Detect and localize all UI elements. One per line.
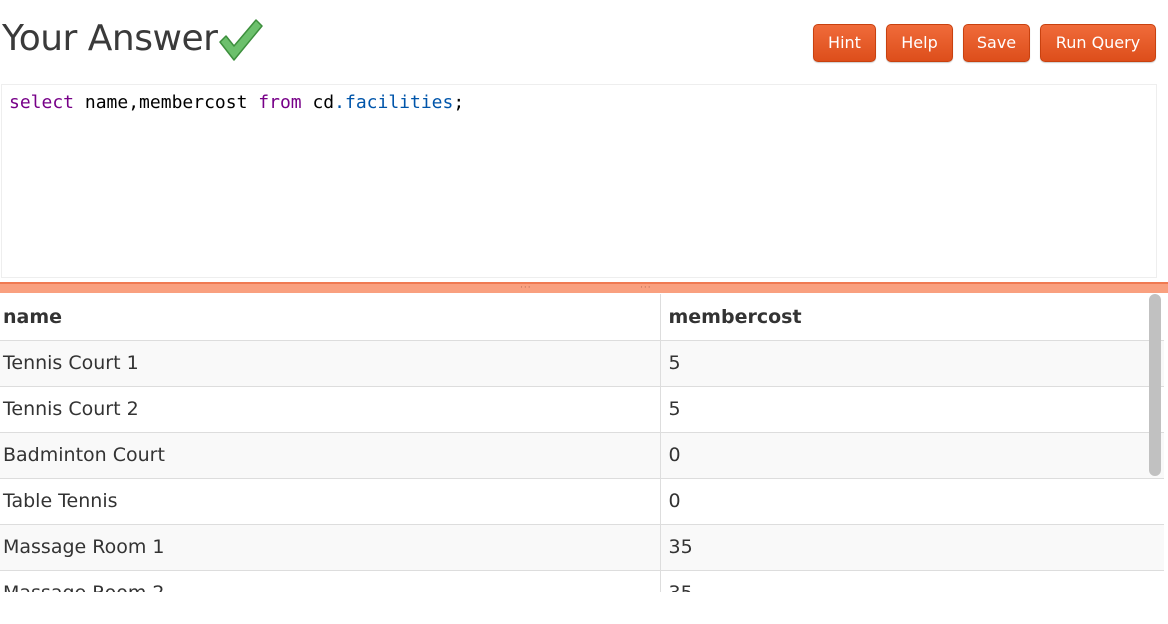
results-table: name membercost Tennis Court 1 5 Tennis … [0,294,1164,592]
cell-membercost: 35 [659,570,1164,592]
keyword-from: from [258,92,302,113]
code-line[interactable]: select name,membercost from cd.facilitie… [9,91,464,115]
sql-editor[interactable]: select name,membercost from cd.facilitie… [1,84,1157,278]
results-scrollbar[interactable] [1149,294,1161,476]
cell-name: Badminton Court [0,432,660,479]
cell-membercost: 5 [659,386,1164,433]
grip-dots-icon: ··· [520,283,532,293]
table-row: Massage Room 1 35 [0,524,1164,571]
column-header-membercost: membercost [659,294,1164,341]
table-row: Badminton Court 0 [0,432,1164,479]
hint-button[interactable]: Hint [813,24,876,62]
table-row: Massage Room 2 35 [0,570,1164,592]
table-row: Tennis Court 1 5 [0,340,1164,387]
column-list: name,membercost [74,92,259,113]
save-button[interactable]: Save [963,24,1030,62]
checkmark-icon [219,19,263,61]
answer-header: Your Answer Hint Help Save Run Query [0,0,1168,84]
cell-name: Table Tennis [0,478,660,525]
schema-name: cd [301,92,335,113]
pane-resize-handle[interactable]: ··· ··· [0,282,1168,293]
cell-membercost: 0 [659,432,1164,479]
table-header-row: name membercost [0,294,1164,341]
results-panel: name membercost Tennis Court 1 5 Tennis … [0,294,1164,592]
cell-name: Massage Room 1 [0,524,660,571]
cell-membercost: 5 [659,340,1164,387]
statement-terminator: ; [453,92,465,113]
page-title: Your Answer [2,18,218,59]
table-name: .facilities [334,92,454,113]
run-query-button[interactable]: Run Query [1040,24,1156,62]
cell-name: Tennis Court 1 [0,340,660,387]
grip-dots-icon: ··· [640,283,652,293]
cell-membercost: 35 [659,524,1164,571]
cell-membercost: 0 [659,478,1164,525]
table-row: Table Tennis 0 [0,478,1164,525]
cell-name: Massage Room 2 [0,570,660,592]
keyword-select: select [9,92,75,113]
help-button[interactable]: Help [886,24,953,62]
cell-name: Tennis Court 2 [0,386,660,433]
table-row: Tennis Court 2 5 [0,386,1164,433]
column-header-name: name [0,294,660,341]
